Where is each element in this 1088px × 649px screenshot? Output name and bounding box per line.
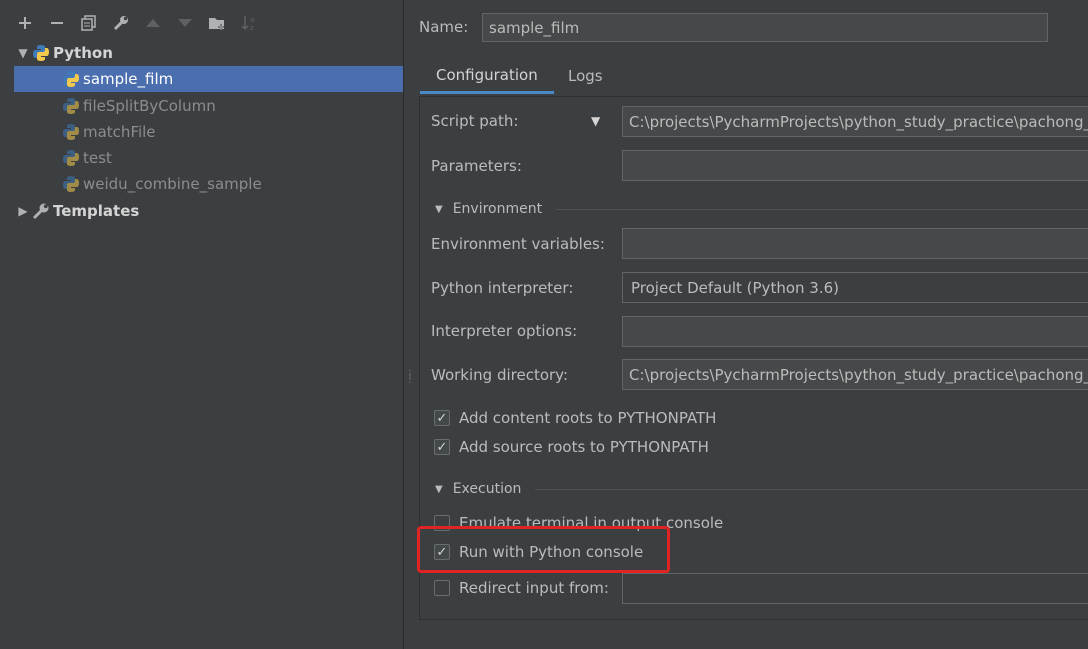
working-directory-input[interactable]: C:\projects\PycharmProjects\python_study… [622, 359, 1088, 390]
python-script-icon [63, 124, 79, 140]
remove-icon[interactable] [46, 12, 68, 34]
parameters-label: Parameters: [431, 157, 522, 175]
tree-item-label: matchFile [83, 123, 156, 141]
tree-item-label: fileSplitByColumn [83, 97, 216, 115]
add-content-roots-label: Add content roots to PYTHONPATH [459, 409, 717, 427]
section-divider [556, 208, 1088, 210]
python-interpreter-label: Python interpreter: [431, 279, 574, 297]
add-source-roots-label: Add source roots to PYTHONPATH [459, 438, 709, 456]
environment-section-header[interactable]: ▼ Environment [431, 201, 1088, 217]
env-vars-label: Environment variables: [431, 235, 605, 253]
wrench-icon[interactable] [110, 12, 132, 34]
checkmark-icon[interactable]: ✓ [434, 439, 450, 455]
move-up-icon[interactable] [142, 12, 164, 34]
interpreter-options-label: Interpreter options: [431, 322, 578, 340]
tree-item-matchfile[interactable]: matchFile [14, 119, 403, 145]
new-folder-icon[interactable] [206, 12, 228, 34]
svg-text:z: z [250, 24, 254, 31]
tree-group-templates[interactable]: ▶ Templates [14, 198, 403, 224]
python-script-icon [63, 98, 79, 114]
name-input[interactable]: sample_film [482, 13, 1048, 42]
working-directory-label: Working directory: [431, 366, 569, 384]
interpreter-options-input[interactable] [622, 316, 1088, 347]
checkmark-icon[interactable]: ✓ [434, 410, 450, 426]
move-down-icon[interactable] [174, 12, 196, 34]
wrench-icon [32, 203, 49, 220]
redirect-input-path-field[interactable] [622, 573, 1088, 604]
parameters-input[interactable] [622, 150, 1088, 181]
svg-text:a: a [250, 16, 254, 24]
collapse-triangle-icon[interactable]: ▼ [435, 484, 443, 495]
python-script-icon [63, 150, 79, 166]
highlight-annotation-box [417, 526, 670, 573]
tab-logs[interactable]: Logs [552, 58, 619, 94]
tree-item-label: sample_film [83, 70, 174, 88]
tree-item-label: weidu_combine_sample [83, 175, 262, 193]
tree-item-weidu-combine-sample[interactable]: weidu_combine_sample [14, 171, 403, 197]
env-vars-input[interactable] [622, 228, 1088, 259]
script-path-label: Script path: [431, 112, 519, 130]
collapsed-arrow-icon[interactable]: ▶ [14, 204, 32, 218]
add-content-roots-checkbox[interactable]: ✓ Add content roots to PYTHONPATH [434, 409, 716, 427]
script-path-input[interactable]: C:\projects\PycharmProjects\python_study… [622, 106, 1088, 137]
tree-group-label: Python [53, 44, 113, 62]
environment-section-label: Environment [452, 201, 543, 217]
tab-configuration[interactable]: Configuration [420, 58, 554, 94]
copy-icon[interactable] [78, 12, 100, 34]
checkbox-box[interactable] [434, 580, 450, 596]
tree-group-python[interactable]: ▼ Python [14, 40, 403, 66]
python-interpreter-select[interactable]: Project Default (Python 3.6) [622, 272, 1088, 303]
tree-item-sample-film[interactable]: sample_film [14, 66, 403, 92]
tree-group-label: Templates [53, 202, 140, 220]
tree-item-test[interactable]: test [14, 145, 403, 171]
tree-item-label: test [83, 149, 112, 167]
execution-section-label: Execution [452, 481, 522, 497]
redirect-input-label: Redirect input from: [459, 579, 609, 597]
add-source-roots-checkbox[interactable]: ✓ Add source roots to PYTHONPATH [434, 438, 709, 456]
redirect-input-checkbox[interactable]: Redirect input from: [434, 579, 609, 597]
python-script-icon [63, 71, 79, 87]
name-label: Name: [419, 18, 469, 36]
expand-arrow-icon[interactable]: ▼ [14, 46, 32, 60]
sort-icon[interactable]: az [238, 12, 260, 34]
splitter-handle[interactable]: ⋮ ⋮ [405, 370, 415, 392]
section-divider [535, 488, 1088, 490]
collapse-triangle-icon[interactable]: ▼ [435, 204, 443, 215]
script-path-type-dropdown-icon[interactable]: ▼ [591, 114, 600, 128]
python-script-icon [63, 176, 79, 192]
python-icon [33, 45, 49, 61]
tree-item-filesplitbycolumn[interactable]: fileSplitByColumn [14, 93, 403, 119]
execution-section-header[interactable]: ▼ Execution [431, 481, 1088, 497]
tree-toolbar: az [14, 8, 260, 38]
add-icon[interactable] [14, 12, 36, 34]
